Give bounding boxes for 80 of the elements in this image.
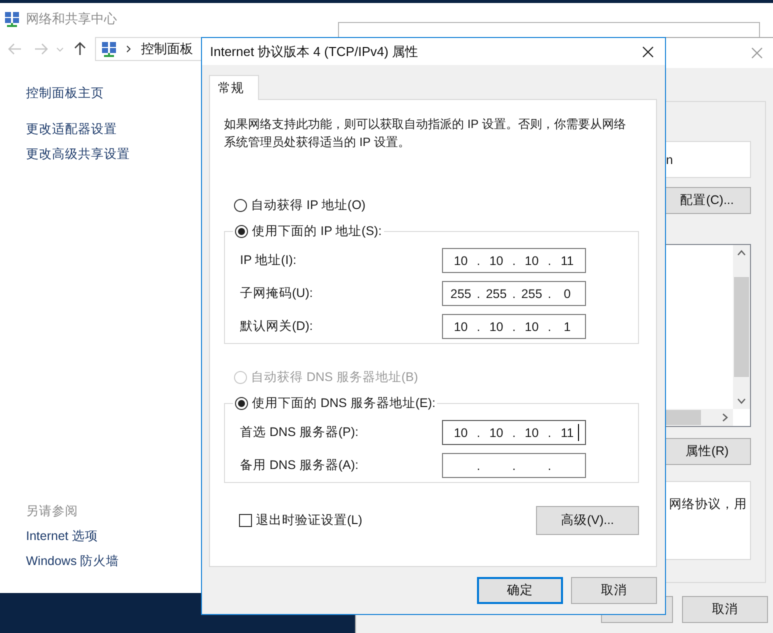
separator-dot: . (546, 286, 552, 300)
ok-button[interactable]: 确定 (477, 577, 563, 604)
field-label: 首选 DNS 服务器(P): (240, 424, 360, 441)
up-icon[interactable] (74, 42, 86, 56)
octet-text: 11 (555, 426, 579, 440)
network-icon (101, 41, 117, 57)
sidebar-link[interactable]: 控制面板主页 (26, 81, 104, 106)
properties-button[interactable]: 属性(R) (663, 438, 751, 465)
octet-text: 0 (562, 286, 572, 300)
separator-dot: . (511, 320, 517, 334)
text-caret (578, 424, 579, 440)
octet-text: 255 (449, 286, 472, 300)
separator-dot: . (476, 458, 482, 472)
octet-text: 10 (524, 426, 540, 440)
field-label: 默认网关(D): (240, 318, 314, 335)
octet-text: 10 (488, 254, 504, 268)
separator-dot: . (546, 426, 552, 440)
adapter-name: n (666, 152, 673, 166)
octet-text: 10 (452, 426, 469, 440)
scroll-down-icon[interactable] (737, 398, 746, 404)
octet-text: 255 (520, 286, 544, 300)
separator-dot: . (546, 458, 552, 472)
description-text: 如果网络支持此功能，则可以获取自动指派的 IP 设置。否则，你需要从网络系统管理员处获得适当的 IP 设置。 (224, 116, 626, 151)
radio-button[interactable] (235, 397, 248, 410)
radio-button[interactable] (234, 198, 247, 212)
ip-address-field[interactable]: 10 . 10 . 10 . 1 (442, 314, 586, 339)
network-icon (4, 11, 20, 27)
octet-text: 10 (488, 320, 504, 334)
cancel-button[interactable]: 取消 (682, 596, 768, 623)
radio-label: 使用下面的 IP 地址(S): (252, 223, 382, 240)
ip-address-field[interactable]: 255 . 255 . 255 . 0 (442, 281, 586, 306)
radio-label: 使用下面的 DNS 服务器地址(E): (252, 395, 436, 412)
octet-text: 1 (562, 320, 572, 334)
scroll-thumb[interactable] (734, 277, 749, 377)
separator-dot: . (511, 426, 517, 440)
octet-text: 10 (524, 320, 540, 334)
separator-dot: . (476, 320, 482, 334)
sidebar-link[interactable]: 更改适配器设置 (26, 117, 117, 142)
radio-button[interactable] (235, 225, 248, 238)
checkbox[interactable] (239, 514, 252, 527)
octet-text: 11 (560, 254, 575, 268)
chevron-icon (126, 45, 131, 53)
sidebar-link[interactable]: Windows 防火墙 (26, 549, 120, 574)
octet-text: 10 (452, 320, 469, 334)
octet-text: 255 (484, 286, 508, 300)
field-label: 备用 DNS 服务器(A): (240, 457, 360, 474)
close-icon[interactable] (642, 46, 654, 58)
sidebar-link[interactable]: Internet 选项 (26, 524, 98, 549)
octet-text: 10 (452, 254, 469, 268)
separator-dot: . (476, 286, 482, 300)
sidebar-link[interactable]: 更改高级共享设置 (26, 142, 130, 167)
breadcrumb-item[interactable]: 控制面板 (141, 40, 193, 58)
ip-address-field[interactable]: . . . (442, 453, 586, 478)
cancel-button[interactable]: 取消 (571, 577, 657, 604)
field-label: IP 地址(I): (240, 252, 298, 269)
separator-dot: . (546, 320, 552, 334)
separator-dot: . (546, 254, 552, 268)
separator-dot: . (476, 426, 482, 440)
radio-label: 自动获得 IP 地址(O) (251, 196, 366, 214)
separator-dot: . (511, 254, 517, 268)
ip-address-field[interactable]: 10 . 10 . 10 . 11 (442, 420, 586, 445)
octet-text: 10 (488, 426, 504, 440)
checkbox-label: 退出时验证设置(L) (256, 512, 362, 529)
radio-label: 自动获得 DNS 服务器地址(B) (251, 368, 418, 386)
section-heading: 另请参阅 (26, 503, 78, 520)
scroll-up-icon[interactable] (737, 250, 746, 256)
field-label: 子网掩码(U): (240, 285, 314, 302)
dialog-title: Internet 协议版本 4 (TCP/IPv4) 属性 (210, 42, 418, 60)
ip-address-field[interactable]: 10 . 10 . 10 . 11 (442, 248, 586, 273)
advanced-button[interactable]: 高级(V)... (536, 506, 639, 535)
scroll-right-icon[interactable] (722, 413, 728, 422)
octet-text: 10 (524, 254, 540, 268)
description-text: 网络协议，用 (669, 497, 747, 511)
vertical-scrollbar[interactable] (733, 245, 750, 409)
separator-dot: . (511, 458, 517, 472)
window-title: 网络和共享中心 (26, 10, 117, 28)
separator-dot: . (511, 286, 517, 300)
configure-button[interactable]: 配置(C)... (663, 187, 751, 214)
separator-dot: . (476, 254, 482, 268)
tab[interactable]: 常规 (209, 75, 259, 100)
